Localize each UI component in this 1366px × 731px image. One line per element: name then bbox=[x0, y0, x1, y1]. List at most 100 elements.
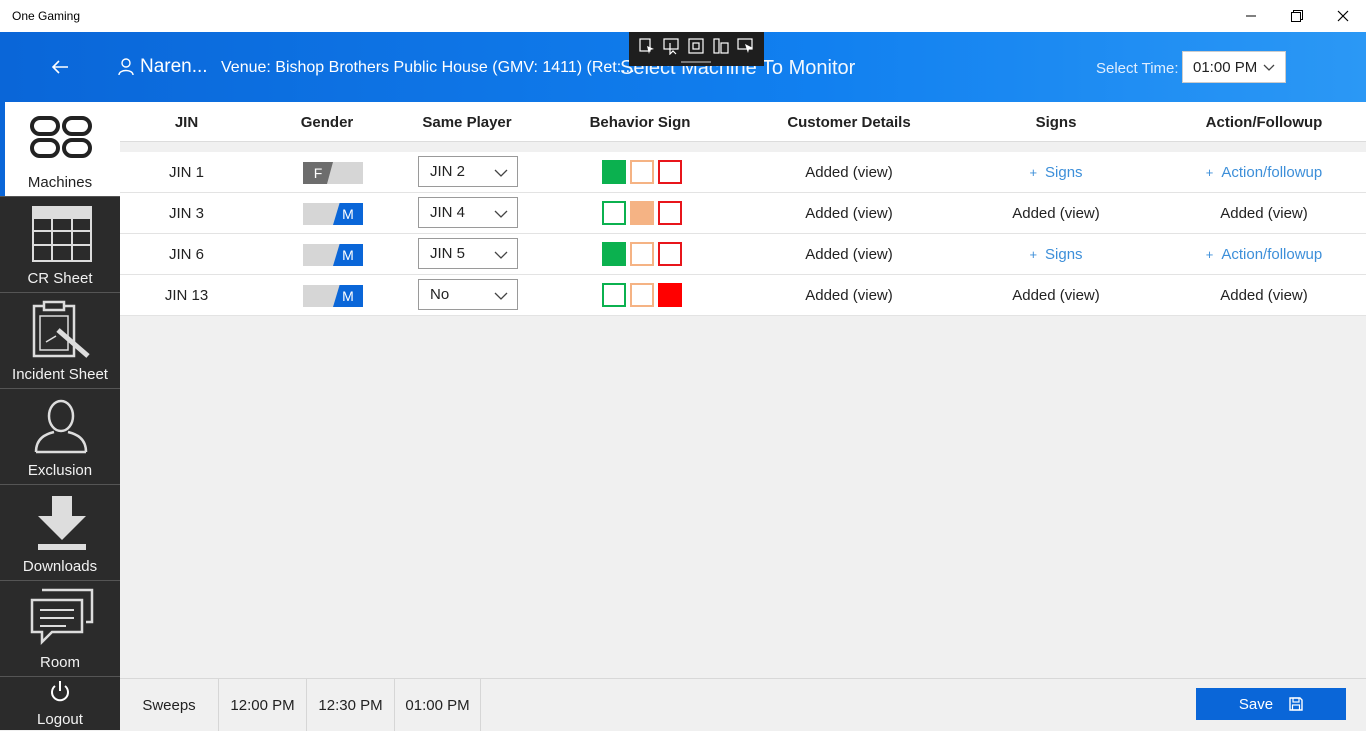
behavior-red-box[interactable] bbox=[658, 283, 682, 307]
behavior-green-box[interactable] bbox=[602, 160, 626, 184]
behavior-red-box[interactable] bbox=[658, 242, 682, 266]
tab-time-0100[interactable]: 01:00 PM bbox=[395, 679, 481, 731]
tab-time-1230[interactable]: 12:30 PM bbox=[307, 679, 395, 731]
table-row: JIN 1 F JIN 2 Added (view) + Signs + Actio… bbox=[120, 152, 1366, 193]
track-focus-icon[interactable] bbox=[737, 37, 755, 55]
user-info: Naren... bbox=[118, 56, 208, 78]
sidebar-item-incident-sheet[interactable]: Incident Sheet bbox=[0, 294, 120, 389]
behavior-red-box[interactable] bbox=[658, 160, 682, 184]
select-time-value: 01:00 PM bbox=[1193, 58, 1258, 76]
title-bar: One Gaming bbox=[0, 0, 1366, 32]
behavior-orange-box[interactable] bbox=[630, 242, 654, 266]
select-time-dropdown[interactable]: 01:00 PM bbox=[1182, 51, 1286, 83]
sidebar-item-exclusion[interactable]: Exclusion bbox=[0, 390, 120, 485]
sidebar-item-room[interactable]: Room bbox=[0, 582, 120, 677]
machines-icon bbox=[30, 116, 92, 158]
chat-icon bbox=[30, 588, 94, 646]
jin-cell: JIN 3 bbox=[168, 204, 204, 222]
minimize-icon bbox=[1246, 15, 1256, 17]
frame-icon[interactable] bbox=[687, 37, 705, 55]
gender-toggle-thumb: F bbox=[303, 162, 333, 184]
gender-toggle[interactable]: M bbox=[303, 244, 363, 266]
behavior-orange-box[interactable] bbox=[630, 201, 654, 225]
back-arrow-icon bbox=[51, 60, 68, 74]
cursor-icon[interactable] bbox=[663, 37, 681, 55]
plus-icon: + bbox=[1205, 246, 1214, 262]
behavior-green-box[interactable] bbox=[602, 242, 626, 266]
sidebar-item-label: Logout bbox=[37, 711, 83, 728]
person-icon bbox=[34, 399, 88, 454]
select-time-label: Select Time: bbox=[1096, 60, 1179, 77]
select-element-icon[interactable] bbox=[638, 37, 656, 55]
plus-icon: + bbox=[1205, 164, 1214, 180]
save-button[interactable]: Save bbox=[1196, 688, 1346, 720]
jin-cell: JIN 13 bbox=[164, 286, 209, 304]
close-button[interactable] bbox=[1320, 0, 1366, 32]
chevron-down-icon bbox=[494, 210, 508, 218]
action-label: Action/followup bbox=[1221, 245, 1323, 263]
signs-label: Signs bbox=[1045, 163, 1083, 181]
user-name: Naren... bbox=[140, 56, 208, 77]
signs-label: Signs bbox=[1045, 245, 1083, 263]
column-header-action-followup: Action/Followup bbox=[1205, 114, 1323, 131]
venue-text: Venue: Bishop Brothers Public House (GMV… bbox=[221, 59, 635, 76]
gender-toggle[interactable]: M bbox=[303, 203, 363, 225]
add-signs-link[interactable]: + Signs bbox=[996, 152, 1116, 192]
action-view-link[interactable]: Added (view) bbox=[1184, 193, 1344, 233]
behavior-orange-box[interactable] bbox=[630, 283, 654, 307]
sidebar-item-label: Exclusion bbox=[27, 462, 93, 479]
layout-adorner-icon[interactable] bbox=[712, 37, 730, 55]
table-spacer bbox=[120, 142, 1366, 152]
same-player-dropdown[interactable]: JIN 2 bbox=[418, 156, 518, 187]
floppy-disk-icon bbox=[1289, 697, 1303, 711]
gender-toggle[interactable]: M bbox=[303, 285, 363, 307]
gender-toggle-thumb: M bbox=[333, 244, 363, 266]
behavior-green-box[interactable] bbox=[602, 201, 626, 225]
restore-button[interactable] bbox=[1274, 0, 1320, 32]
action-label: Action/followup bbox=[1221, 163, 1323, 181]
sidebar-item-machines[interactable]: Machines bbox=[0, 102, 120, 197]
sidebar-item-downloads[interactable]: Downloads bbox=[0, 486, 120, 581]
chevron-down-icon bbox=[1263, 64, 1275, 71]
gender-toggle[interactable]: F bbox=[303, 162, 363, 184]
same-player-dropdown[interactable]: No bbox=[418, 279, 518, 310]
same-player-dropdown[interactable]: JIN 5 bbox=[418, 238, 518, 269]
gender-toggle-thumb: M bbox=[333, 203, 363, 225]
sidebar-item-cr-sheet[interactable]: CR Sheet bbox=[0, 198, 120, 293]
add-signs-link[interactable]: + Signs bbox=[996, 234, 1116, 274]
customer-details-link[interactable]: Added (view) bbox=[759, 234, 939, 274]
same-player-value: No bbox=[430, 286, 450, 303]
add-action-link[interactable]: + Action/followup bbox=[1184, 152, 1344, 192]
table-row: JIN 6 M JIN 5 Added (view) + Signs + Actio… bbox=[120, 234, 1366, 275]
chevron-down-icon bbox=[494, 251, 508, 259]
cr-sheet-icon bbox=[32, 206, 92, 262]
table-row: JIN 13 M No Added (view) Added (view) Ad… bbox=[120, 275, 1366, 316]
toolbar-grip[interactable] bbox=[681, 61, 711, 63]
column-header-same-player: Same Player bbox=[422, 114, 512, 131]
app-title: One Gaming bbox=[12, 9, 81, 23]
signs-view-link[interactable]: Added (view) bbox=[996, 193, 1116, 233]
tab-sweeps[interactable]: Sweeps bbox=[120, 679, 219, 731]
add-action-link[interactable]: + Action/followup bbox=[1184, 234, 1344, 274]
column-header-gender: Gender bbox=[300, 114, 354, 131]
behavior-orange-box[interactable] bbox=[630, 160, 654, 184]
sidebar-item-label: Incident Sheet bbox=[12, 366, 108, 383]
behavior-green-box[interactable] bbox=[602, 283, 626, 307]
tab-time-1200[interactable]: 12:00 PM bbox=[219, 679, 307, 731]
signs-view-link[interactable]: Added (view) bbox=[996, 275, 1116, 315]
same-player-dropdown[interactable]: JIN 4 bbox=[418, 197, 518, 228]
sidebar-item-logout[interactable]: Logout bbox=[0, 678, 120, 730]
action-view-link[interactable]: Added (view) bbox=[1184, 275, 1344, 315]
minimize-button[interactable] bbox=[1228, 0, 1274, 32]
save-label: Save bbox=[1238, 695, 1274, 713]
chevron-down-icon bbox=[494, 292, 508, 300]
customer-details-link[interactable]: Added (view) bbox=[759, 275, 939, 315]
back-button[interactable] bbox=[46, 54, 74, 80]
sidebar-item-label: Downloads bbox=[22, 558, 98, 575]
same-player-value: JIN 2 bbox=[430, 163, 466, 180]
customer-details-link[interactable]: Added (view) bbox=[759, 152, 939, 192]
restore-icon bbox=[1291, 10, 1303, 22]
behavior-red-box[interactable] bbox=[658, 201, 682, 225]
user-icon bbox=[118, 58, 134, 76]
customer-details-link[interactable]: Added (view) bbox=[759, 193, 939, 233]
